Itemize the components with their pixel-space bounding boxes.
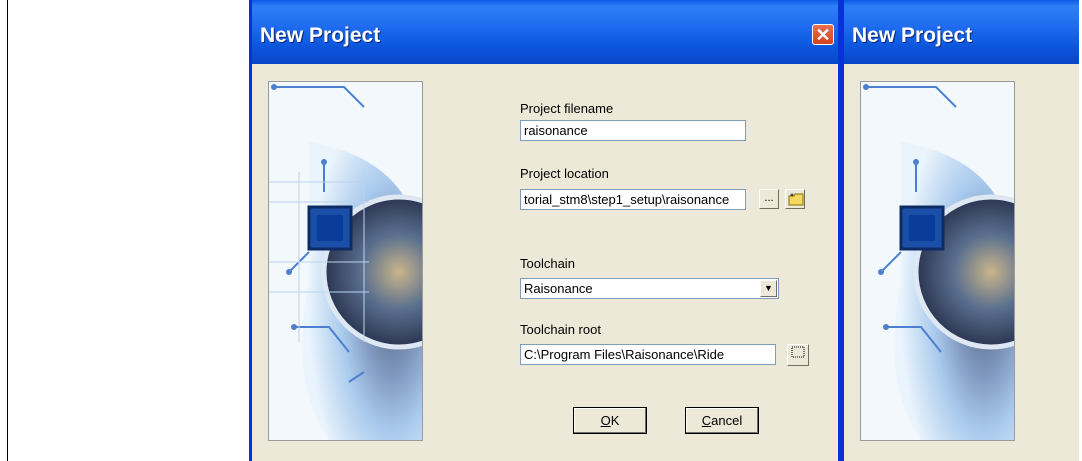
dialog-title-secondary: New Project (852, 24, 973, 47)
close-icon[interactable]: ✕ (812, 24, 834, 45)
new-project-dialog: New Project ✕ Project filename raisonanc… (249, 0, 841, 461)
new-project-dialog-secondary: New Project (841, 0, 1079, 461)
svg-text:*: * (790, 192, 794, 201)
title-bar[interactable]: New Project ✕ (252, 0, 838, 64)
dialog-title: New Project (260, 24, 381, 47)
project-filename-input[interactable]: raisonance (520, 120, 746, 141)
browse-icon[interactable]: ... (759, 189, 779, 209)
toolchain-label: Toolchain (520, 256, 575, 271)
project-filename-label: Project filename (520, 101, 614, 116)
cancel-button[interactable]: Cancel (685, 407, 759, 434)
dropdown-arrow-icon[interactable]: ▼ (760, 280, 777, 297)
banner-image (268, 81, 423, 441)
toolchain-select[interactable]: Raisonance ▼ (520, 278, 779, 299)
toolchain-selected-value: Raisonance (524, 281, 593, 296)
new-folder-icon[interactable]: * (785, 189, 805, 209)
banner-image-secondary (860, 81, 1015, 441)
toolchain-root-input[interactable]: C:\Program Files\Raisonance\Ride (520, 344, 776, 365)
title-bar-secondary[interactable]: New Project (844, 0, 1079, 64)
folder-browse-icon[interactable] (787, 344, 809, 366)
project-location-input[interactable]: torial_stm8\step1_setup\raisonance (520, 189, 746, 210)
ok-button[interactable]: OK (573, 407, 647, 434)
project-location-label: Project location (520, 166, 609, 181)
toolchain-root-label: Toolchain root (520, 322, 601, 337)
